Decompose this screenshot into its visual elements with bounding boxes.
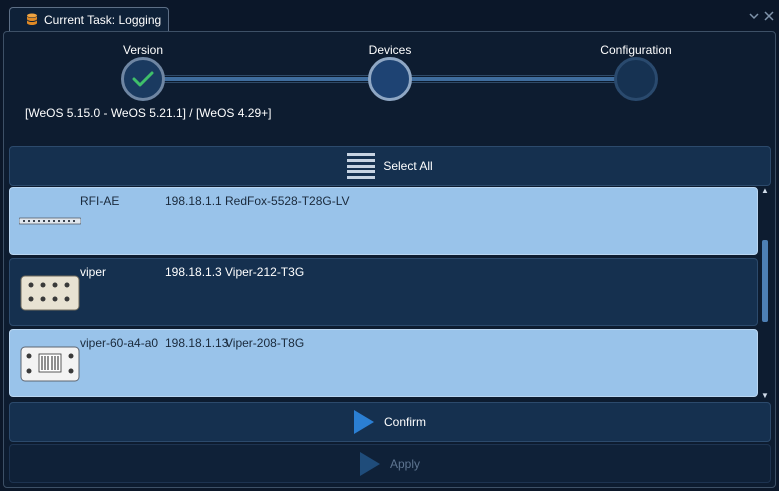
step-label-devices: Devices <box>368 43 412 57</box>
step-label-version: Version <box>122 43 164 57</box>
confirm-label: Confirm <box>383 415 426 429</box>
confirm-button[interactable]: Confirm <box>9 402 771 442</box>
step-configuration-pending[interactable] <box>614 57 658 101</box>
tab-bar: Current Task: Logging <box>0 0 779 31</box>
device-row[interactable]: viper-60-a4-a0 198.18.1.13 Viper-208-T8G <box>9 329 758 397</box>
scroll-thumb[interactable] <box>762 240 768 322</box>
select-all-button[interactable]: Select All <box>9 146 771 186</box>
apply-button[interactable]: Apply <box>9 444 771 483</box>
scroll-up-icon[interactable]: ▲ <box>760 187 770 195</box>
step-connector-2 <box>406 75 621 83</box>
device-name: viper <box>80 265 107 279</box>
play-icon <box>353 410 374 434</box>
apply-label: Apply <box>389 456 421 471</box>
tab-current-task[interactable]: Current Task: Logging <box>9 7 169 31</box>
device-model: RedFox-5528-T28G-LV <box>225 194 350 208</box>
rugged-switch-icon <box>20 346 80 382</box>
step-version-complete[interactable] <box>121 57 165 101</box>
device-model: Viper-212-T3G <box>225 265 305 279</box>
device-model: Viper-208-T8G <box>225 336 305 350</box>
select-all-label: Select All <box>383 159 433 173</box>
device-ip: 198.18.1.1 <box>165 194 222 208</box>
step-label-configuration: Configuration <box>600 43 672 57</box>
play-icon <box>359 451 380 476</box>
device-ip: 198.18.1.3 <box>165 265 222 279</box>
device-row[interactable]: viper 198.18.1.3 Viper-212-T3G <box>9 258 758 326</box>
scroll-down-icon[interactable]: ▼ <box>760 392 770 400</box>
list-icon <box>347 153 376 179</box>
tab-title: Current Task: Logging <box>44 12 162 27</box>
database-icon <box>27 13 37 25</box>
step-devices-current[interactable] <box>368 57 412 101</box>
chevron-down-icon[interactable] <box>747 10 761 24</box>
close-icon[interactable] <box>762 10 776 24</box>
rackmount-switch-icon <box>19 217 81 225</box>
rugged-switch-icon <box>20 275 80 311</box>
device-list-scrollbar[interactable]: ▲ ▼ <box>760 185 770 400</box>
device-name: RFI-AE <box>80 194 120 208</box>
device-row[interactable]: RFI-AE 198.18.1.1 RedFox-5528-T28G-LV <box>9 187 758 255</box>
checkmark-icon <box>132 71 154 87</box>
device-ip: 198.18.1.13 <box>165 336 229 350</box>
device-name: viper-60-a4-a0 <box>80 336 159 350</box>
step-connector-1 <box>160 75 375 83</box>
version-range-text: [WeOS 5.15.0 - WeOS 5.21.1] / [WeOS 4.29… <box>25 106 272 120</box>
